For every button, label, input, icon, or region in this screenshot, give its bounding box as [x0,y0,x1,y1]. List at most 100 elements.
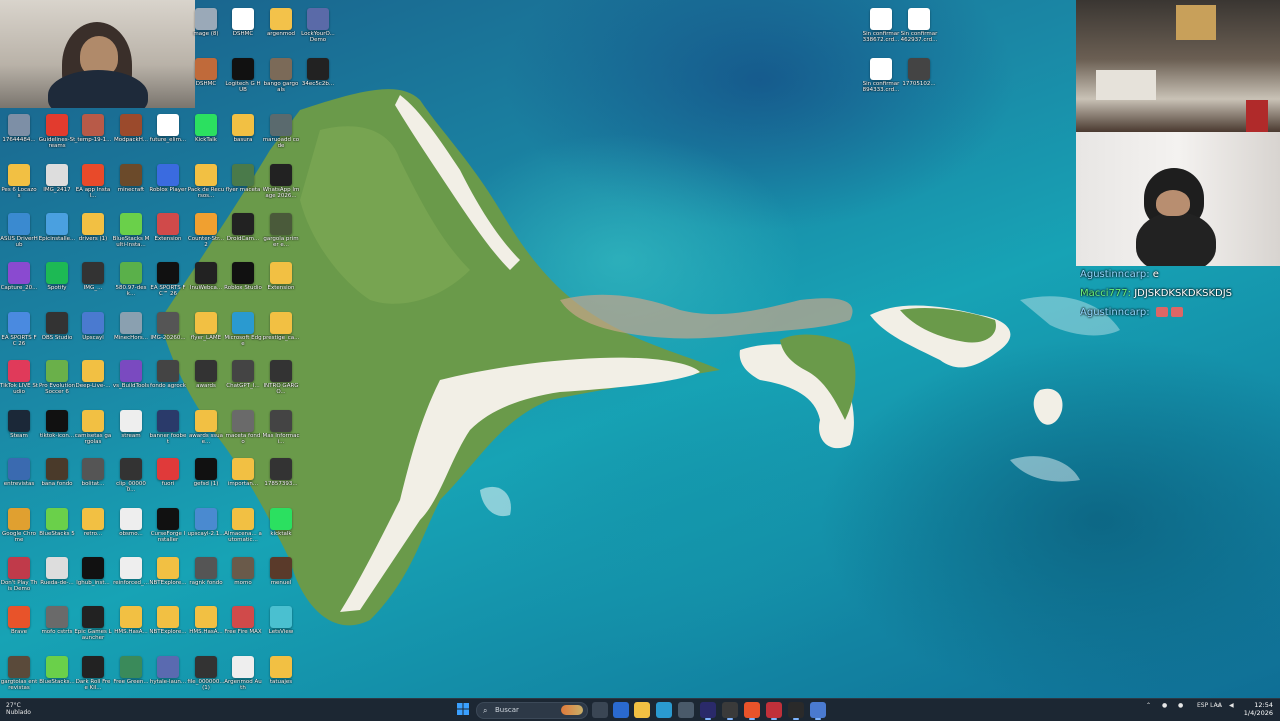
desktop-icon[interactable]: Don't Play This Demo [0,555,38,603]
obs-icon[interactable] [788,702,804,720]
desktop-icon[interactable]: Roblox Studio [224,260,262,308]
system-clock[interactable]: 12:54 1/4/2026 [1243,701,1273,717]
desktop-icon[interactable]: IMG_... [74,260,112,308]
volume-icon[interactable]: ◀ [1229,702,1234,709]
desktop-icon[interactable]: lghub_inst... [74,555,112,603]
desktop-icon[interactable]: camisetas gargolas [74,408,112,456]
desktop-icon[interactable]: MinecHors... [112,310,150,358]
desktop-icon[interactable]: importan... [224,456,262,504]
desktop-icon[interactable]: EA app Instal... [74,162,112,210]
desktop-icon[interactable]: gefsd (1) [187,456,225,504]
desktop-icon[interactable]: Deep-Live-... [74,358,112,406]
desktop-icon[interactable]: Google Chrome [0,506,38,554]
desktop-icon[interactable]: OBS Studio [38,310,76,358]
app-red-icon[interactable] [766,702,782,720]
widgets-icon[interactable] [613,702,629,718]
desktop-icon[interactable]: awards ssuae... [187,408,225,456]
taskbar-search-box[interactable]: ⌕ Buscar [476,702,588,719]
desktop-icon[interactable]: 17705102... [900,56,938,104]
desktop-icon[interactable]: Almacena... automatic... [224,506,262,554]
desktop-icon[interactable]: DSHMC [224,6,262,54]
desktop-icon[interactable]: prestige_ca... [262,310,300,358]
desktop-icon[interactable]: DroidCam... [224,211,262,259]
brave-icon[interactable] [744,702,760,720]
desktop-icon[interactable]: Microsoft Edge [224,310,262,358]
desktop-icon[interactable]: Free Fire MAX [224,604,262,652]
desktop-icon[interactable]: 17857393... [262,456,300,504]
tray-app-icon[interactable]: ● [1162,702,1167,709]
desktop-icon[interactable]: Brave [0,604,38,652]
desktop-icon[interactable]: Dark Roll Free Kil... [74,654,112,702]
desktop-icon[interactable]: Spotify [38,260,76,308]
desktop-icon[interactable]: Mas Informaci... [262,408,300,456]
desktop-icon[interactable]: reinforced_... [112,555,150,603]
desktop-icon[interactable]: Extension [149,211,187,259]
desktop-icon[interactable]: future_elim... [149,112,187,160]
desktop-icon[interactable]: ragnk fondo [187,555,225,603]
desktop-icon[interactable]: kicktalk [262,506,300,554]
desktop-icon[interactable]: banner foobet [149,408,187,456]
tray-chevron-icon[interactable]: ⌃ [1146,702,1151,709]
desktop-icon[interactable]: Pack de Recursos... [187,162,225,210]
desktop-icon[interactable]: Pes 6 Locazos [0,162,38,210]
desktop-icon[interactable]: KickTalk [187,112,225,160]
desktop-icon[interactable]: BlueStacks Multi-Insta... [112,211,150,259]
file-explorer-icon[interactable] [634,702,650,718]
desktop-icon[interactable]: NBTExplore... [149,604,187,652]
desktop-icon[interactable]: _temp-19-1... [74,112,112,160]
desktop-icon[interactable]: CurseForge Installer [149,506,187,554]
desktop-icon[interactable]: ModpackH... [112,112,150,160]
desktop-icon[interactable]: Logitech G HUB [224,56,262,104]
network-icon[interactable]: ▭ [1216,702,1222,709]
desktop-icon[interactable]: obsmo... [112,506,150,554]
desktop-icon[interactable]: 17644484... [0,112,38,160]
desktop-icon[interactable]: Steam [0,408,38,456]
desktop-icon[interactable]: TikTok LIVE Studio [0,358,38,406]
desktop-icon[interactable]: IMG_2417 [38,162,76,210]
desktop-icon[interactable]: EA SPORTS FC™ 26 [149,260,187,308]
desktop-icon[interactable]: flyer_LAME [187,310,225,358]
desktop-icon[interactable]: BlueStacks... [38,654,76,702]
desktop-icon[interactable]: WhatsApp Image 2026... [262,162,300,210]
desktop-icon[interactable]: vs_BuildTools [112,358,150,406]
desktop-icon[interactable]: Sin confirmar 894333.crd... [862,56,900,104]
app-check-icon[interactable] [810,702,826,720]
desktop-icon[interactable]: mofo cstrts [38,604,76,652]
desktop-icon[interactable]: Argenmod Auth [224,654,262,702]
desktop-icon[interactable]: bango gargoals [262,56,300,104]
desktop-icon[interactable]: retro... [74,506,112,554]
desktop-icon[interactable]: EA SPORTS FC 26 [0,310,38,358]
desktop-icon[interactable]: BlueStacks 5 [38,506,76,554]
desktop-icon[interactable]: Epic Games Launcher [74,604,112,652]
desktop-icon[interactable]: ASUS DriverHub [0,211,38,259]
desktop-icon[interactable]: basura [224,112,262,160]
desktop-icon[interactable]: LockYourO... Demo [299,6,337,54]
tray-mic-icon[interactable]: ● [1178,702,1183,709]
desktop-icon[interactable]: IMG-20260... [149,310,187,358]
calculator-icon[interactable] [678,702,694,718]
desktop-icon[interactable]: Sin confirmar 338672.crd... [862,6,900,54]
desktop-icon[interactable]: menuel [262,555,300,603]
desktop-icon[interactable]: HMS.HasA... [112,604,150,652]
desktop-icon[interactable]: DSHMC [187,56,225,104]
desktop-icon[interactable]: mage (8) [187,6,225,54]
desktop-icon[interactable]: Free Green... [112,654,150,702]
desktop-icon[interactable]: upscayl-2.1... [187,506,225,554]
task-view-icon[interactable] [592,702,608,718]
edge-icon[interactable] [656,702,672,718]
desktop-icon[interactable]: Sin confirmar 462937.crd... [900,6,938,54]
desktop-icon[interactable]: INTRO GARGO... [262,358,300,406]
desktop-icon[interactable]: maceta fondo [224,408,262,456]
desktop-icon[interactable]: gargtolas entrevistas [0,654,38,702]
desktop-icon[interactable]: HMS.HasA... [187,604,225,652]
desktop-icon[interactable]: Rueda-de-... [38,555,76,603]
desktop-icon[interactable]: entrevistas [0,456,38,504]
desktop-icon[interactable]: Roblox Player [149,162,187,210]
desktop-icon[interactable]: flyer maceta [224,162,262,210]
desktop-icon[interactable]: 580.97-desk... [112,260,150,308]
desktop-icon[interactable]: Upscayl [74,310,112,358]
desktop-icon[interactable]: LetsView [262,604,300,652]
desktop-icon[interactable]: awards [187,358,225,406]
desktop-icon[interactable]: 34ec5c2b... [299,56,337,104]
desktop-icon[interactable]: Capture_20... [0,260,38,308]
